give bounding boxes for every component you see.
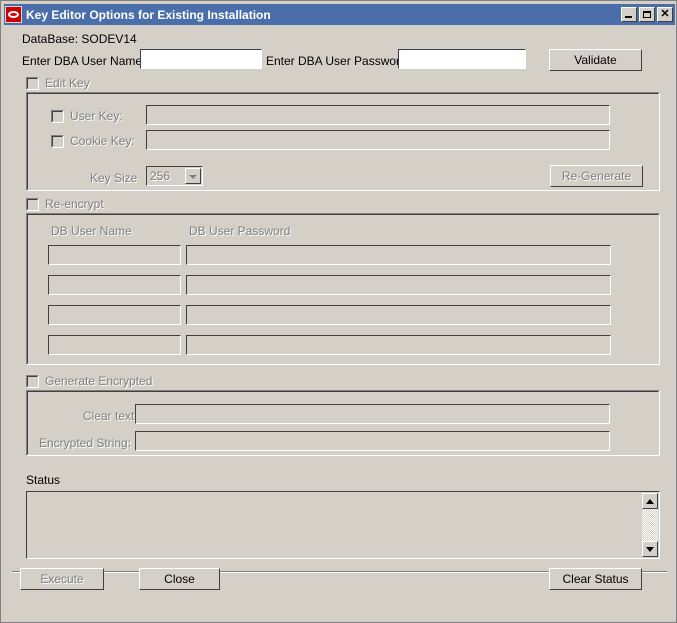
edit-key-checkbox[interactable] <box>26 76 39 90</box>
status-content <box>27 492 659 498</box>
execute-button-label: Execute <box>40 572 84 586</box>
dba-user-password-value <box>399 50 525 54</box>
generate-encrypted-panel: Clear text: Encrypted String: <box>26 390 660 456</box>
regenerate-button[interactable]: Re-Generate <box>550 165 643 187</box>
maximize-icon <box>640 8 654 21</box>
cookie-key-checkbox-row[interactable]: Cookie Key: <box>51 134 135 148</box>
db-user-password-column-header: DB User Password <box>189 224 291 238</box>
dba-user-name-input[interactable] <box>140 49 262 69</box>
dba-user-name-value <box>141 50 261 54</box>
encrypted-string-label: Encrypted String: <box>39 436 132 450</box>
chevron-down-icon[interactable] <box>185 168 201 184</box>
status-scrollbar[interactable] <box>642 493 658 557</box>
dba-user-name-label: Enter DBA User Name: <box>22 54 146 68</box>
database-label: DataBase: SODEV14 <box>22 32 137 46</box>
db-user-name-value-4 <box>49 336 180 340</box>
title-bar[interactable]: Key Editor Options for Existing Installa… <box>4 4 675 25</box>
db-user-password-input-1[interactable] <box>186 245 611 265</box>
clear-status-button-label: Clear Status <box>562 572 629 586</box>
user-key-label: User Key: <box>70 109 123 123</box>
oracle-logo-icon <box>5 6 22 23</box>
db-user-name-input-4[interactable] <box>48 335 181 355</box>
window-controls: ✕ <box>621 7 673 22</box>
db-user-password-value-2 <box>187 276 610 280</box>
scroll-up-arrow-icon[interactable] <box>642 493 658 509</box>
re-encrypt-checkbox-row[interactable]: Re-encrypt <box>26 197 104 211</box>
status-label: Status <box>26 473 61 487</box>
db-user-name-value-3 <box>49 306 180 310</box>
cookie-key-label: Cookie Key: <box>70 134 135 148</box>
db-user-password-value-3 <box>187 306 610 310</box>
db-user-name-column-header: DB User Name <box>51 224 132 238</box>
user-key-input[interactable] <box>146 105 610 125</box>
validate-button[interactable]: Validate <box>549 49 642 71</box>
generate-encrypted-checkbox[interactable] <box>26 374 39 388</box>
minimize-button[interactable] <box>621 7 637 22</box>
db-user-password-value-4 <box>187 336 610 340</box>
encrypted-string-input[interactable] <box>135 431 610 451</box>
db-user-password-value-1 <box>187 246 610 250</box>
edit-key-label: Edit Key <box>45 76 90 90</box>
clear-text-value <box>136 405 609 409</box>
clear-status-button[interactable]: Clear Status <box>549 568 642 590</box>
db-user-name-input-1[interactable] <box>48 245 181 265</box>
close-dialog-button[interactable]: Close <box>139 568 220 590</box>
db-user-password-input-4[interactable] <box>186 335 611 355</box>
status-textarea[interactable] <box>26 491 660 559</box>
db-user-name-value-1 <box>49 246 180 250</box>
clear-text-input[interactable] <box>135 404 610 424</box>
validate-button-label: Validate <box>574 53 617 67</box>
re-encrypt-checkbox[interactable] <box>26 197 39 211</box>
dialog-window: Key Editor Options for Existing Installa… <box>0 0 677 623</box>
edit-key-checkbox-row[interactable]: Edit Key <box>26 76 90 90</box>
edit-key-panel: User Key: Cookie Key: Key Size 256 Re-Ge <box>26 92 660 191</box>
re-encrypt-panel: DB User Name DB User Password <box>26 213 660 365</box>
cookie-key-input[interactable] <box>146 130 610 150</box>
clear-text-label: Clear text: <box>83 409 138 423</box>
regenerate-button-label: Re-Generate <box>561 169 632 183</box>
user-key-value <box>147 106 609 110</box>
dialog-client-area: DataBase: SODEV14 Enter DBA User Name: E… <box>4 25 675 621</box>
close-button[interactable]: ✕ <box>657 7 673 22</box>
user-key-checkbox[interactable] <box>51 109 64 123</box>
re-encrypt-label: Re-encrypt <box>45 197 104 211</box>
generate-encrypted-label: Generate Encrypted <box>45 374 153 388</box>
window-title: Key Editor Options for Existing Installa… <box>26 7 271 22</box>
cookie-key-checkbox[interactable] <box>51 134 64 148</box>
encrypted-string-value <box>136 432 609 436</box>
key-size-dropdown[interactable]: 256 <box>146 166 203 186</box>
dba-user-password-label: Enter DBA User Password: <box>266 54 411 68</box>
scroll-down-arrow-icon[interactable] <box>642 541 658 557</box>
dba-user-password-input[interactable] <box>398 49 526 69</box>
cookie-key-value <box>147 131 609 135</box>
db-user-name-input-3[interactable] <box>48 305 181 325</box>
db-user-name-input-2[interactable] <box>48 275 181 295</box>
db-user-name-value-2 <box>49 276 180 280</box>
close-dialog-button-label: Close <box>164 572 195 586</box>
key-size-label: Key Size <box>90 171 138 185</box>
execute-button[interactable]: Execute <box>20 568 104 590</box>
close-icon: ✕ <box>660 8 670 20</box>
maximize-button[interactable] <box>639 7 655 22</box>
generate-encrypted-checkbox-row[interactable]: Generate Encrypted <box>26 374 152 388</box>
minimize-icon <box>622 8 636 21</box>
user-key-checkbox-row[interactable]: User Key: <box>51 109 123 123</box>
db-user-password-input-2[interactable] <box>186 275 611 295</box>
scrollbar-track[interactable] <box>642 509 658 541</box>
db-user-password-input-3[interactable] <box>186 305 611 325</box>
key-size-value: 256 <box>150 169 171 183</box>
